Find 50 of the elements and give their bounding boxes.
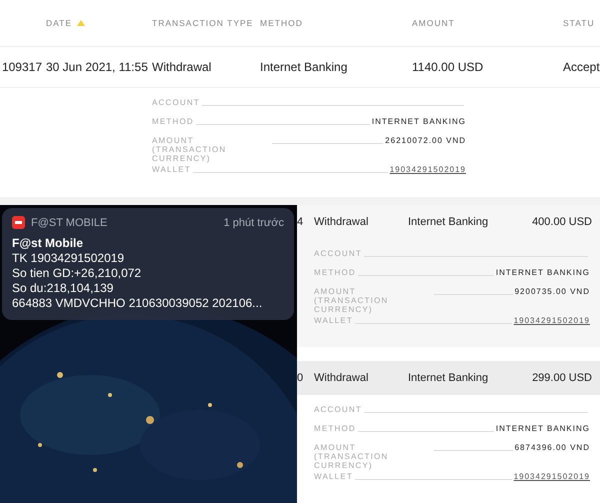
detail-value: INTERNET BANKING (496, 423, 590, 433)
notification-text: So du:218,104,139 (12, 281, 114, 296)
notification-text: TK 19034291502019 (12, 251, 126, 266)
column-header[interactable]: STATU (563, 18, 595, 28)
column-header[interactable]: METHOD (260, 18, 303, 28)
app-name: F@ST MOBILE (31, 216, 108, 228)
table-cell-text: Withdrawal (152, 60, 212, 74)
table-cell-text: Internet Banking (408, 216, 490, 228)
detail-value: 26210072.00 VND (385, 135, 466, 145)
table-cell-text: 1140.00 USD (412, 60, 484, 74)
table-cell-text: 30 Jun 2021, 11:55 (46, 60, 149, 74)
table-cell-text: Internet Banking (408, 372, 490, 384)
table-cell: Accept (563, 60, 600, 74)
detail-label: METHOD (152, 116, 194, 126)
table-cell-text: 400.00 USD (531, 216, 593, 228)
detail-label: AMOUNT (TRANSACTION CURRENCY) (314, 442, 390, 470)
column-header[interactable]: AMOUNT (412, 18, 455, 28)
detail-label: WALLET (152, 164, 191, 174)
table-cell-text: 109317 (0, 60, 43, 74)
bank-app-icon (12, 216, 25, 229)
notification-time: 1 phút trước (224, 216, 284, 228)
detail-label: ACCOUNT (314, 248, 362, 258)
table-cell-text: Withdrawal (314, 372, 370, 384)
column-header[interactable]: DATE (46, 18, 72, 28)
wallet-link[interactable]: 19034291502019 (514, 314, 590, 325)
detail-label: METHOD (314, 267, 356, 277)
detail-label: WALLET (314, 315, 353, 325)
sort-arrow-icon[interactable] (77, 20, 86, 26)
table-cell-text: 299.00 USD (531, 372, 593, 384)
detail-label: AMOUNT (TRANSACTION CURRENCY) (152, 135, 228, 163)
notification-text: 664883 VMDVCHHO 210630039052 202106... (12, 296, 264, 311)
detail-label: WALLET (314, 471, 353, 481)
detail-label: AMOUNT (TRANSACTION CURRENCY) (314, 286, 390, 314)
table-cell-text: 4 (297, 216, 304, 228)
detail-value: INTERNET BANKING (372, 116, 466, 126)
column-header[interactable]: TRANSACTION TYPE (152, 18, 254, 28)
notification-text: So tien GD:+26,210,072 (12, 266, 142, 281)
wallet-link[interactable]: 19034291502019 (390, 163, 466, 174)
detail-value: 9200735.00 VND (514, 286, 590, 296)
detail-label: ACCOUNT (152, 97, 200, 107)
detail-label: ACCOUNT (314, 404, 362, 414)
detail-value: INTERNET BANKING (496, 267, 590, 277)
table-cell-text: Internet Banking (260, 60, 348, 74)
wallet-link[interactable]: 19034291502019 (514, 470, 590, 481)
table-cell-text: Withdrawal (314, 216, 370, 228)
detail-label: METHOD (314, 423, 356, 433)
notification-title: F@st Mobile (12, 236, 84, 251)
notification-card[interactable]: F@ST MOBILE 1 phút trước F@st Mobile TK 19034291502019 So tien GD:+26,210,072 So du:218,104,139 664883 VMDVCHHO 210630039052 202106... (2, 208, 294, 320)
detail-value: 6874396.00 VND (514, 442, 590, 452)
table-cell-text: 0 (297, 372, 304, 384)
